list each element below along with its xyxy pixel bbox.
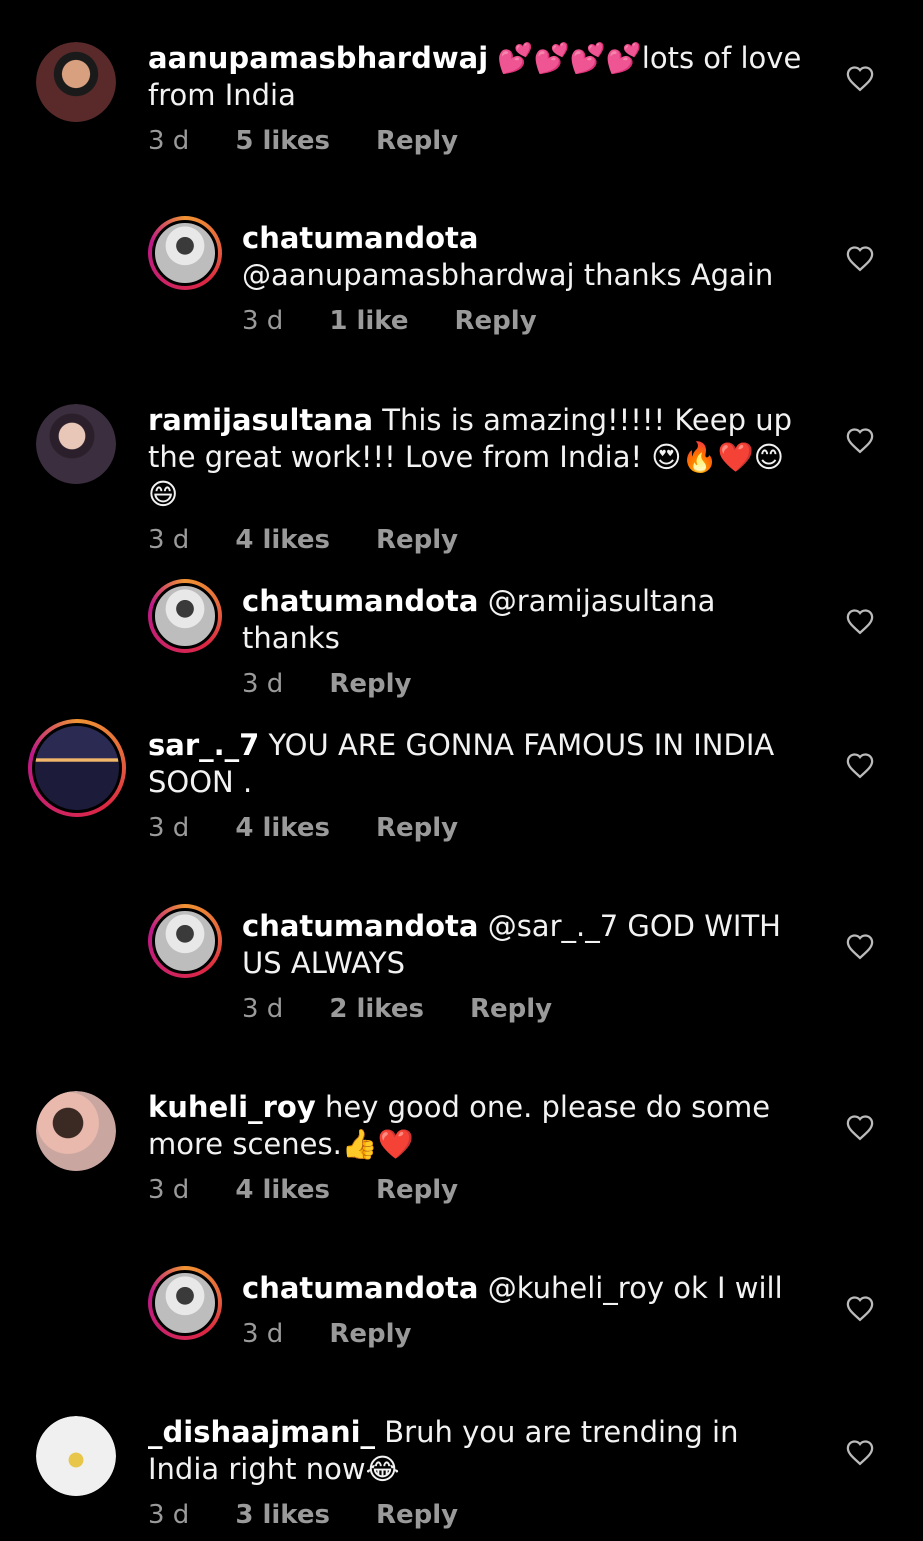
comment-text: sar_._7 YOU ARE GONNA FAMOUS IN INDIA SO… [148,727,808,801]
comment-meta: 3 d 5 likes Reply [148,126,808,156]
comment-text: chatumandota @kuheli_roy ok I will [242,1270,812,1307]
heart-outline-icon[interactable] [845,244,875,272]
reply-button[interactable]: Reply [470,994,552,1024]
heart-outline-icon[interactable] [845,426,875,454]
avatar[interactable] [36,1091,116,1171]
reply-button[interactable]: Reply [329,1319,411,1349]
reply-item: chatumandota @kuheli_roy ok I will 3 d R… [0,1266,923,1370]
avatar[interactable] [148,904,222,978]
heart-outline-icon[interactable] [845,1438,875,1466]
comment-text: _dishaajmani_ Bruh you are trending in I… [148,1414,808,1488]
comment-body: @kuheli_roy ok I will [487,1271,783,1305]
avatar[interactable] [36,42,116,122]
reply-button[interactable]: Reply [376,1175,458,1205]
comment-time: 3 d [242,669,284,699]
comment-text: chatumandota @sar_._7 GOD WITH US ALWAYS [242,908,812,982]
comment-likes[interactable]: 4 likes [235,525,330,555]
comment-item: _dishaajmani_ Bruh you are trending in I… [0,1414,923,1541]
avatar-image [152,1270,218,1336]
comment-username[interactable]: _dishaajmani_ [148,1415,375,1449]
comment-username[interactable]: sar_._7 [148,728,259,762]
comment-username[interactable]: aanupamasbhardwaj [148,41,488,75]
heart-outline-icon[interactable] [845,751,875,779]
reply-button[interactable]: Reply [376,1500,458,1530]
comment-meta: 3 d 4 likes Reply [148,1175,808,1205]
comment-text: chatumandota @aanupamasbhardwaj thanks A… [242,220,812,294]
comment-text: ramijasultana This is amazing!!!!! Keep … [148,402,808,513]
reply-item: chatumandota @aanupamasbhardwaj thanks A… [0,216,923,360]
comment-body: @aanupamasbhardwaj thanks Again [242,258,774,292]
comment-likes[interactable]: 2 likes [329,994,424,1024]
heart-outline-icon[interactable] [845,932,875,960]
comment-username[interactable]: kuheli_roy [148,1090,316,1124]
comment-item: ramijasultana This is amazing!!!!! Keep … [0,402,923,555]
comment-meta: 3 d Reply [242,669,812,699]
comment-username[interactable]: chatumandota [242,1271,478,1305]
comment-item: sar_._7 YOU ARE GONNA FAMOUS IN INDIA SO… [0,719,923,867]
avatar-image [152,220,218,286]
comment-text: chatumandota @ramijasultana thanks [242,583,812,657]
comment-likes[interactable]: 3 likes [235,1500,330,1530]
avatar-image [36,404,116,484]
comment-username[interactable]: chatumandota [242,221,478,255]
avatar-image [152,583,218,649]
reply-button[interactable]: Reply [376,525,458,555]
avatar[interactable] [148,1266,222,1340]
comment-username[interactable]: chatumandota [242,909,478,943]
avatar-image [152,908,218,974]
avatar-image [36,1091,116,1171]
comment-likes[interactable]: 5 likes [235,126,330,156]
reply-button[interactable]: Reply [329,669,411,699]
reply-item: chatumandota @ramijasultana thanks 3 d R… [0,579,923,699]
avatar[interactable] [28,719,126,817]
reply-button[interactable]: Reply [455,306,537,336]
heart-outline-icon[interactable] [845,64,875,92]
heart-outline-icon[interactable] [845,607,875,635]
comment-username[interactable]: chatumandota [242,584,478,618]
comment-likes[interactable]: 4 likes [235,813,330,843]
comment-item: aanupamasbhardwaj 💕💕💕💕lots of love from … [0,40,923,180]
comment-meta: 3 d Reply [242,1319,812,1349]
comment-time: 3 d [148,126,190,156]
comment-time: 3 d [242,994,284,1024]
comment-time: 3 d [242,1319,284,1349]
heart-outline-icon[interactable] [845,1113,875,1141]
avatar[interactable] [36,404,116,484]
comment-time: 3 d [148,525,190,555]
reply-item: chatumandota @sar_._7 GOD WITH US ALWAYS… [0,904,923,1048]
avatar[interactable] [148,579,222,653]
avatar[interactable] [36,1416,116,1496]
comment-username[interactable]: ramijasultana [148,403,373,437]
comment-meta: 3 d 1 like Reply [242,306,812,336]
avatar-image [36,1416,116,1496]
comment-text: aanupamasbhardwaj 💕💕💕💕lots of love from … [148,40,808,114]
comment-meta: 3 d 4 likes Reply [148,525,808,555]
avatar[interactable] [148,216,222,290]
avatar-image [36,42,116,122]
comment-meta: 3 d 2 likes Reply [242,994,812,1024]
comments-feed: aanupamasbhardwaj 💕💕💕💕lots of love from … [0,0,923,1541]
reply-button[interactable]: Reply [376,126,458,156]
avatar-image [32,723,122,813]
comment-time: 3 d [148,1175,190,1205]
reply-button[interactable]: Reply [376,813,458,843]
comment-time: 3 d [148,1500,190,1530]
comment-meta: 3 d 4 likes Reply [148,813,808,843]
comment-time: 3 d [242,306,284,336]
comment-item: kuheli_roy hey good one. please do some … [0,1089,923,1229]
heart-outline-icon[interactable] [845,1294,875,1322]
comment-meta: 3 d 3 likes Reply [148,1500,808,1530]
comment-text: kuheli_roy hey good one. please do some … [148,1089,808,1163]
comment-likes[interactable]: 4 likes [235,1175,330,1205]
comment-time: 3 d [148,813,190,843]
comment-likes[interactable]: 1 like [329,306,408,336]
